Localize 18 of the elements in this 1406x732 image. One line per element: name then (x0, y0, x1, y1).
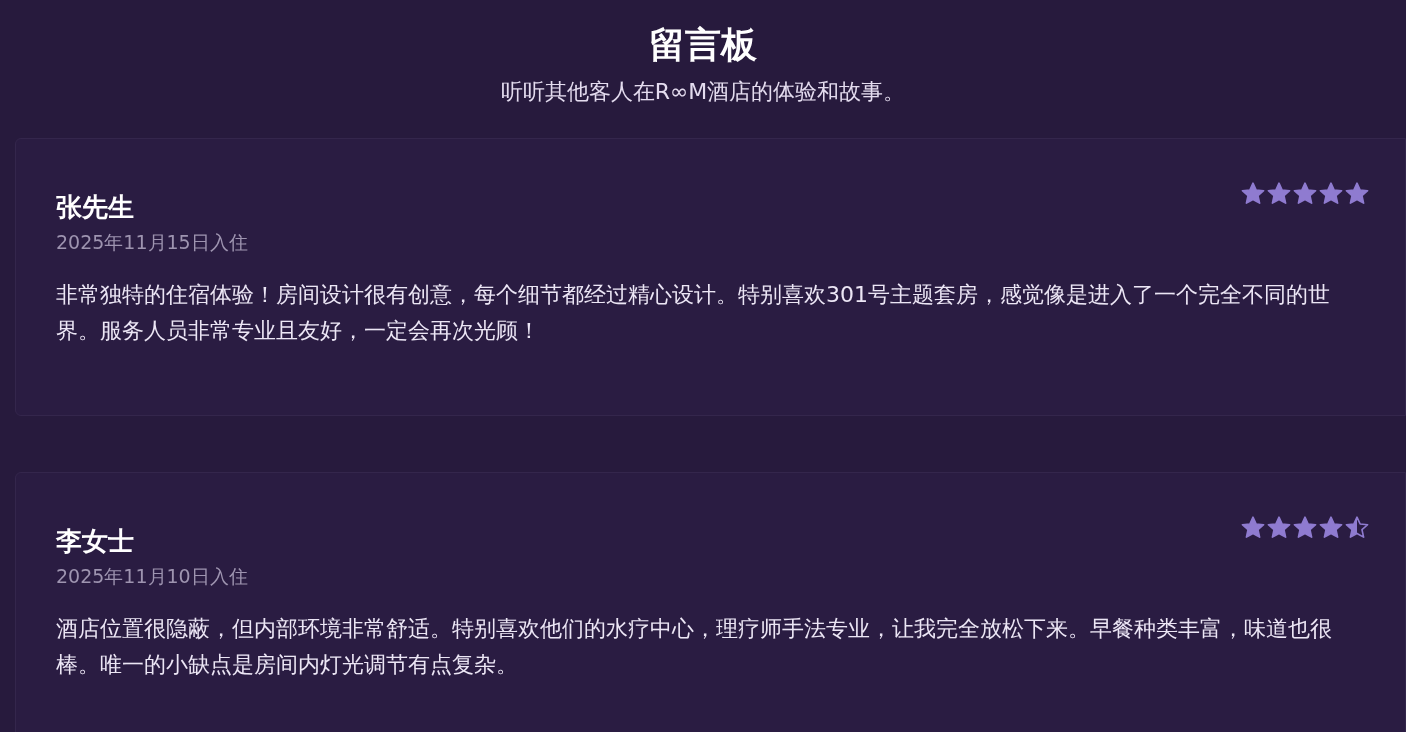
star-icon (1240, 515, 1266, 541)
star-icon (1240, 181, 1266, 207)
page-title: 留言板 (649, 22, 757, 67)
star-icon (1318, 515, 1344, 541)
reviewer-name: 李女士 (56, 525, 135, 558)
stay-date: 2025年11月10日入住 (56, 564, 248, 589)
half-star-icon (1344, 515, 1370, 541)
page-subtitle: 听听其他客人在R∞M酒店的体验和故事。 (500, 78, 906, 106)
star-icon (1266, 181, 1292, 207)
star-icon (1292, 181, 1318, 207)
review-text: 非常独特的住宿体验！房间设计很有创意，每个细节都经过精心设计。特别喜欢301号主题套房，感觉像是进入了一个完全不同的世界。服务人员非常专业且友好，一定会再次光顾！ (56, 281, 1331, 345)
star-icon (1266, 515, 1292, 541)
star-icon (1292, 515, 1318, 541)
star-icon (1318, 181, 1344, 207)
review-text: 酒店位置很隐蔽，但内部环境非常舒适。特别喜欢他们的水疗中心，理疗师手法专业，让我完全放松下来。早餐种类丰富，味道也很棒。唯一的小缺点是房间内灯光调节有点复杂。 (56, 615, 1333, 679)
stay-date: 2025年11月15日入住 (56, 230, 248, 255)
star-icon (1344, 181, 1370, 207)
reviewer-name: 张先生 (56, 191, 135, 224)
